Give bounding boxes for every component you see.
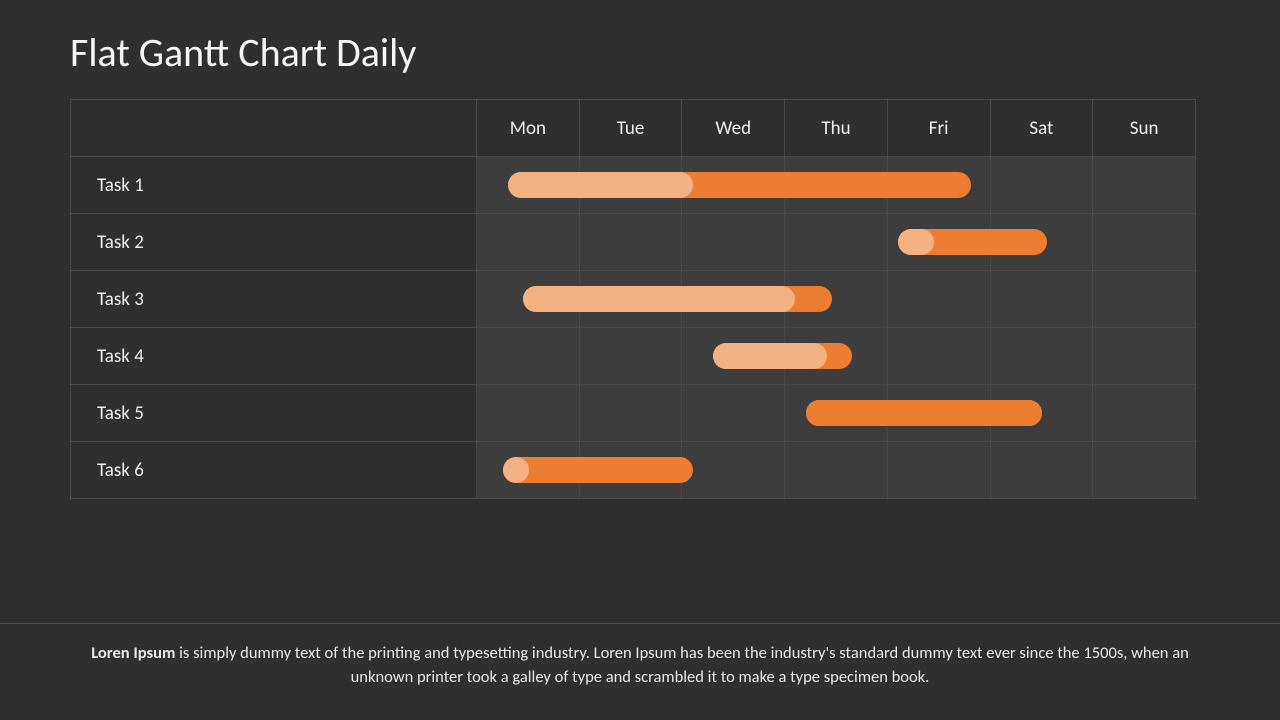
gantt-header-day: Fri [887, 100, 990, 157]
gantt-header-day: Sun [1093, 100, 1196, 157]
gantt-row: Task 2 [71, 214, 1196, 271]
gantt-body: Task 1Task 2Task 3Task 4Task 5Task 6 [71, 157, 1196, 499]
gantt-row: Task 5 [71, 385, 1196, 442]
gantt-row: Task 4 [71, 328, 1196, 385]
gantt-cell [990, 157, 1093, 214]
gantt-cell [579, 214, 682, 271]
gantt-cell [477, 271, 580, 328]
footer-tail: is simply dummy text of the printing and… [175, 643, 1188, 687]
gantt-header-day: Wed [682, 100, 785, 157]
gantt-bar-progress [806, 400, 1043, 426]
gantt-cell [1093, 271, 1196, 328]
gantt-task-name: Task 1 [71, 157, 477, 214]
gantt-cell [477, 214, 580, 271]
gantt-cell [1093, 442, 1196, 499]
gantt-cell [477, 157, 580, 214]
gantt-cell [785, 214, 888, 271]
gantt-bar [713, 343, 852, 369]
gantt-cell [887, 328, 990, 385]
gantt-cell [1093, 157, 1196, 214]
gantt-task-name: Task 4 [71, 328, 477, 385]
gantt-bar-progress [713, 343, 827, 369]
gantt-row: Task 1 [71, 157, 1196, 214]
footer-text: Loren Ipsum is simply dummy text of the … [70, 642, 1210, 690]
gantt-bar [898, 229, 1047, 255]
gantt-task-name: Task 6 [71, 442, 477, 499]
gantt-task-name: Task 5 [71, 385, 477, 442]
gantt-cell [579, 328, 682, 385]
gantt-cell [990, 328, 1093, 385]
gantt-row: Task 6 [71, 442, 1196, 499]
gantt-cell [1093, 328, 1196, 385]
gantt-cell [477, 442, 580, 499]
gantt-cell [887, 442, 990, 499]
gantt-row: Task 3 [71, 271, 1196, 328]
page-title: Flat Gantt Chart Daily [70, 28, 1210, 77]
gantt-header-day: Tue [579, 100, 682, 157]
gantt-task-name: Task 2 [71, 214, 477, 271]
gantt-cell [682, 442, 785, 499]
gantt-bar-progress [508, 172, 693, 198]
footer-lead: Loren Ipsum [91, 643, 175, 663]
gantt-bar [503, 457, 693, 483]
gantt-cell [477, 328, 580, 385]
gantt-header-row: MonTueWedThuFriSatSun [71, 100, 1196, 157]
footer-separator [0, 623, 1280, 624]
gantt-bar [523, 286, 832, 312]
gantt-cell [477, 385, 580, 442]
gantt-cell [990, 442, 1093, 499]
gantt-cell [579, 385, 682, 442]
slide: Flat Gantt Chart Daily MonTueWedThuFriSa… [0, 0, 1280, 720]
gantt-cell [1093, 385, 1196, 442]
gantt-bar-progress [523, 286, 795, 312]
gantt-cell [682, 328, 785, 385]
gantt-cell [887, 271, 990, 328]
gantt-cell [682, 214, 785, 271]
gantt-cell [785, 385, 888, 442]
gantt-header-day: Mon [477, 100, 580, 157]
gantt-header-day: Sat [990, 100, 1093, 157]
gantt-header-blank [71, 100, 477, 157]
gantt-cell [682, 385, 785, 442]
gantt-bar-total [503, 457, 693, 483]
gantt-bar-progress [503, 457, 530, 483]
gantt-cell [990, 271, 1093, 328]
gantt-cell [1093, 214, 1196, 271]
gantt-bar-progress [898, 229, 934, 255]
gantt-cell [785, 442, 888, 499]
gantt-task-name: Task 3 [71, 271, 477, 328]
gantt-cell [887, 214, 990, 271]
gantt-header-day: Thu [785, 100, 888, 157]
gantt-bar [508, 172, 971, 198]
gantt-chart: MonTueWedThuFriSatSun Task 1Task 2Task 3… [70, 99, 1196, 499]
gantt-bar [806, 400, 1043, 426]
